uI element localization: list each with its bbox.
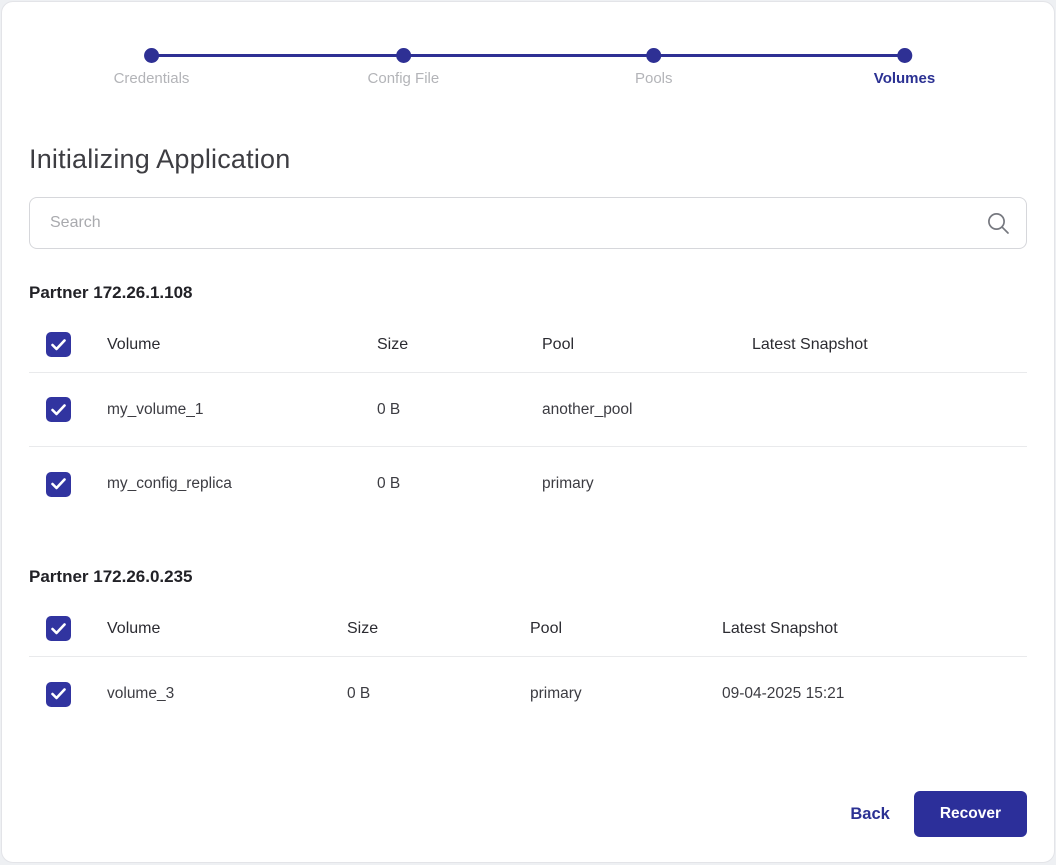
cell-pool: primary [530,685,722,703]
step-volumes[interactable]: Volumes [874,48,935,87]
cell-volume: volume_3 [107,685,347,703]
cell-size: 0 B [347,685,530,703]
step-dot-icon [144,48,159,63]
cell-volume: my_volume_1 [107,401,377,419]
cell-size: 0 B [377,475,542,493]
step-pools[interactable]: Pools [635,48,673,87]
wizard-dialog: Credentials Config File Pools Volumes In… [1,1,1055,863]
cell-pool: another_pool [542,401,752,419]
recover-button[interactable]: Recover [914,791,1027,837]
select-all-checkbox[interactable] [46,332,71,357]
step-credentials[interactable]: Credentials [114,48,190,87]
row-checkbox[interactable] [46,472,71,497]
step-label: Pools [635,70,673,87]
column-header-size: Size [377,336,542,354]
cell-snapshot: 09-04-2025 15:21 [722,685,1027,703]
search-bar [29,197,1027,249]
column-header-volume: Volume [107,620,347,638]
table-header-row: Volume Size Pool Latest Snapshot [29,601,1027,657]
column-header-volume: Volume [107,336,377,354]
step-label: Credentials [114,70,190,87]
table-row: volume_3 0 B primary 09-04-2025 15:21 [29,657,1027,731]
volumes-table: Volume Size Pool Latest Snapshot volume_… [29,601,1027,731]
cell-pool: primary [542,475,752,493]
row-checkbox[interactable] [46,397,71,422]
cell-volume: my_config_replica [107,475,377,493]
select-all-checkbox[interactable] [46,616,71,641]
page-title: Initializing Application [29,144,1027,175]
column-header-pool: Pool [530,620,722,638]
step-dot-icon [646,48,661,63]
table-row: my_config_replica 0 B primary [29,447,1027,521]
row-checkbox[interactable] [46,682,71,707]
partner-heading: Partner 172.26.0.235 [29,567,1027,587]
cell-size: 0 B [377,401,542,419]
step-label: Volumes [874,70,935,87]
table-row: my_volume_1 0 B another_pool [29,373,1027,447]
search-input[interactable] [29,197,1027,249]
volumes-table: Volume Size Pool Latest Snapshot my_volu… [29,317,1027,521]
step-label: Config File [368,70,440,87]
column-header-size: Size [347,620,530,638]
search-icon[interactable] [985,210,1011,236]
stepper-line [152,54,905,57]
step-dot-icon [897,48,912,63]
step-config-file[interactable]: Config File [368,48,440,87]
partner-heading: Partner 172.26.1.108 [29,283,1027,303]
step-dot-icon [396,48,411,63]
wizard-stepper: Credentials Config File Pools Volumes [152,48,905,92]
table-header-row: Volume Size Pool Latest Snapshot [29,317,1027,373]
column-header-snapshot: Latest Snapshot [752,336,1027,354]
back-button[interactable]: Back [850,805,889,824]
column-header-snapshot: Latest Snapshot [722,620,1027,638]
wizard-footer: Back Recover [850,791,1027,837]
column-header-pool: Pool [542,336,752,354]
